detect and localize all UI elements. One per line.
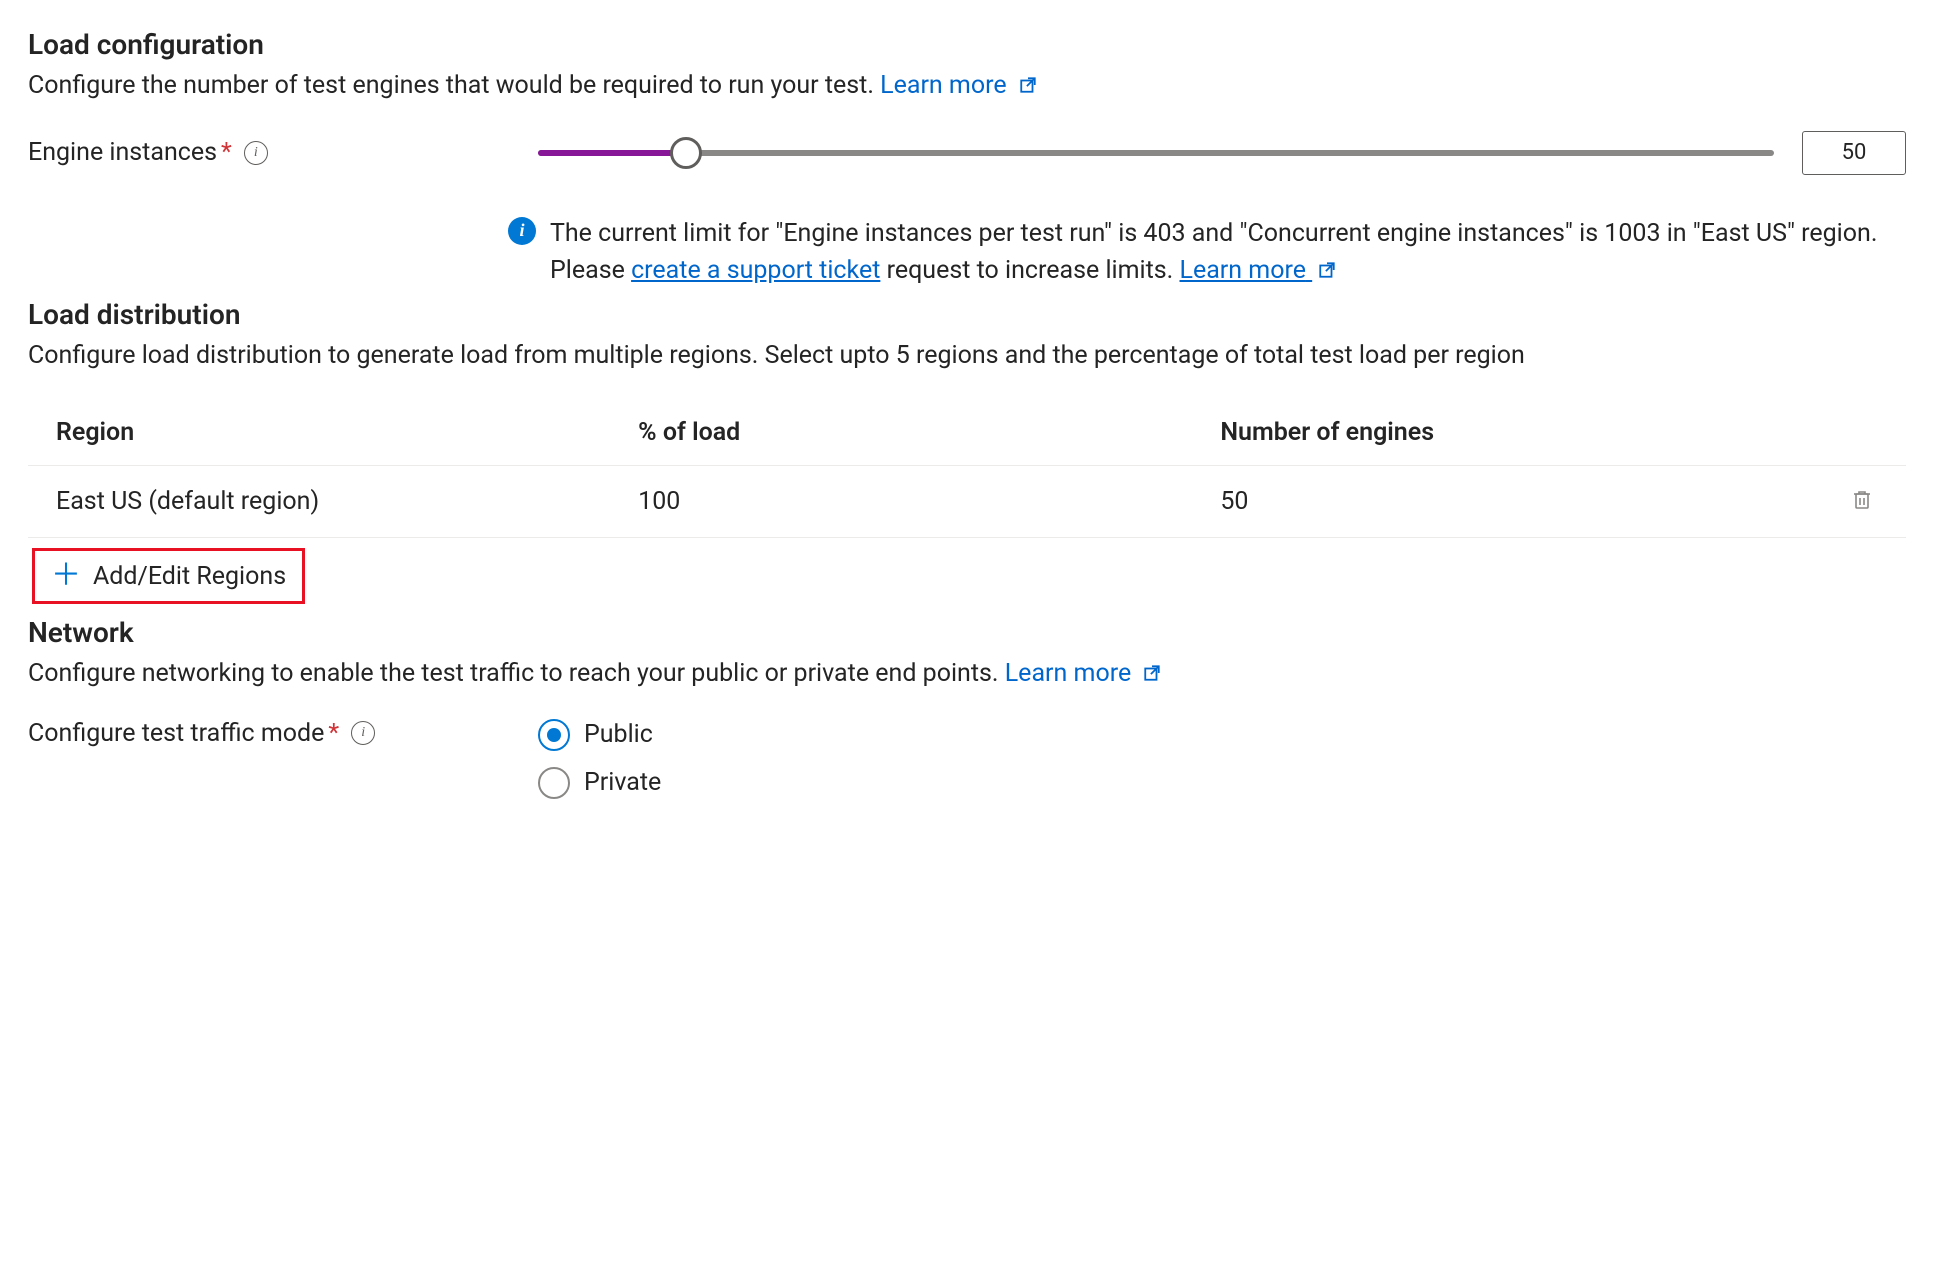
support-ticket-link[interactable]: create a support ticket bbox=[631, 256, 880, 285]
slider-fill bbox=[538, 150, 686, 156]
load-dist-desc: Configure load distribution to generate … bbox=[28, 337, 1906, 375]
network-desc-text: Configure networking to enable the test … bbox=[28, 659, 1005, 688]
network-title: Network bbox=[28, 616, 1906, 649]
trash-icon bbox=[1850, 500, 1874, 515]
slider-thumb[interactable] bbox=[670, 137, 702, 169]
info-icon[interactable]: i bbox=[351, 721, 375, 745]
load-config-desc-text: Configure the number of test engines tha… bbox=[28, 71, 880, 100]
load-config-learn-more-link[interactable]: Learn more bbox=[880, 71, 1037, 100]
info-text-mid: request to increase limits. bbox=[887, 256, 1180, 285]
network-desc: Configure networking to enable the test … bbox=[28, 655, 1906, 693]
add-edit-regions-label: Add/Edit Regions bbox=[93, 562, 286, 591]
plus-icon: ＋ bbox=[51, 561, 81, 591]
required-indicator: * bbox=[221, 138, 232, 167]
external-link-icon bbox=[1143, 656, 1161, 674]
load-config-desc: Configure the number of test engines tha… bbox=[28, 67, 1906, 105]
traffic-mode-radio-group: Public Private bbox=[538, 719, 661, 799]
engine-instances-input[interactable] bbox=[1802, 131, 1906, 175]
external-link-icon bbox=[1318, 253, 1336, 271]
info-filled-icon: i bbox=[508, 217, 536, 245]
network-learn-more-link[interactable]: Learn more bbox=[1005, 659, 1162, 688]
learn-more-label: Learn more bbox=[880, 71, 1006, 100]
info-learn-more-link[interactable]: Learn more bbox=[1179, 256, 1336, 285]
cell-region: East US (default region) bbox=[28, 466, 610, 538]
add-edit-regions-button[interactable]: ＋ Add/Edit Regions bbox=[37, 553, 300, 599]
delete-row-button[interactable] bbox=[1846, 484, 1878, 519]
traffic-mode-label: Configure test traffic mode * i bbox=[28, 719, 508, 748]
radio-label-public: Public bbox=[584, 720, 653, 749]
add-edit-regions-highlight: ＋ Add/Edit Regions bbox=[32, 548, 305, 604]
cell-load: 100 bbox=[610, 466, 1192, 538]
engine-instances-label: Engine instances * i bbox=[28, 138, 508, 167]
external-link-icon bbox=[1019, 68, 1037, 86]
engine-limit-info: i The current limit for "Engine instance… bbox=[508, 215, 1886, 290]
traffic-mode-public-radio[interactable]: Public bbox=[538, 719, 661, 751]
traffic-mode-private-radio[interactable]: Private bbox=[538, 767, 661, 799]
col-header-engines: Number of engines bbox=[1192, 400, 1774, 466]
cell-engines: 50 bbox=[1192, 466, 1774, 538]
required-indicator: * bbox=[328, 719, 339, 748]
col-header-region: Region bbox=[28, 400, 610, 466]
region-table: Region % of load Number of engines East … bbox=[28, 400, 1906, 538]
engine-instances-slider[interactable] bbox=[538, 139, 1774, 167]
col-header-load: % of load bbox=[610, 400, 1192, 466]
table-row: East US (default region) 100 50 bbox=[28, 466, 1906, 538]
info-icon[interactable]: i bbox=[244, 141, 268, 165]
load-dist-title: Load distribution bbox=[28, 298, 1906, 331]
load-config-title: Load configuration bbox=[28, 28, 1906, 61]
radio-label-private: Private bbox=[584, 768, 661, 797]
